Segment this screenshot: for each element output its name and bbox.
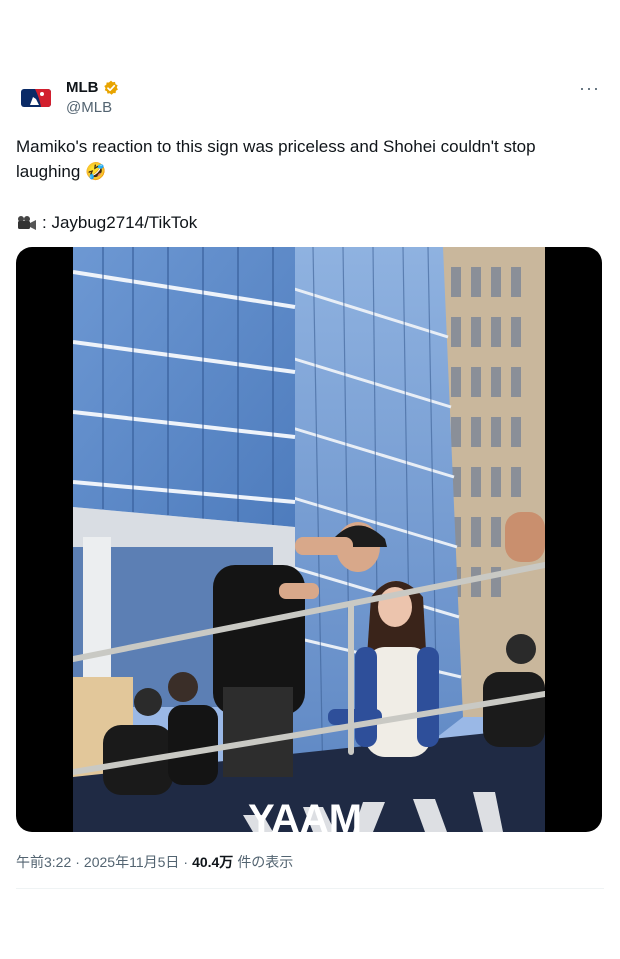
more-options-icon[interactable]: ··· xyxy=(579,78,600,99)
post-meta: 午前3:22 · 2025年11月5日 · 40.4万 件の表示 xyxy=(16,852,293,872)
post-date[interactable]: 2025年11月5日 xyxy=(84,852,179,872)
author-name-row: MLB xyxy=(66,79,119,96)
view-count: 40.4万 xyxy=(192,854,234,870)
post-time[interactable]: 午前3:22 xyxy=(16,852,71,872)
video-frame: YAAM xyxy=(73,247,545,832)
bus-lettering: YAAM xyxy=(248,797,362,832)
avatar[interactable] xyxy=(16,78,56,118)
post-video[interactable]: YAAM xyxy=(16,247,602,832)
post-credit: : Jaybug2714/TikTok xyxy=(16,210,197,235)
verified-badge-icon xyxy=(103,80,118,95)
handle[interactable]: @MLB xyxy=(66,99,112,116)
video-camera-icon xyxy=(18,215,36,230)
meta-separator: · xyxy=(183,854,189,870)
mlb-logo-icon xyxy=(21,89,51,107)
tweet-card: MLB @MLB ··· Mamiko's reaction to this s… xyxy=(0,0,620,959)
post-text: Mamiko's reaction to this sign was price… xyxy=(16,137,536,181)
display-name[interactable]: MLB xyxy=(66,79,99,96)
credit-text: : Jaybug2714/TikTok xyxy=(42,213,198,232)
meta-separator: · xyxy=(75,854,80,870)
divider xyxy=(16,888,604,889)
view-label: 件の表示 xyxy=(237,854,294,870)
